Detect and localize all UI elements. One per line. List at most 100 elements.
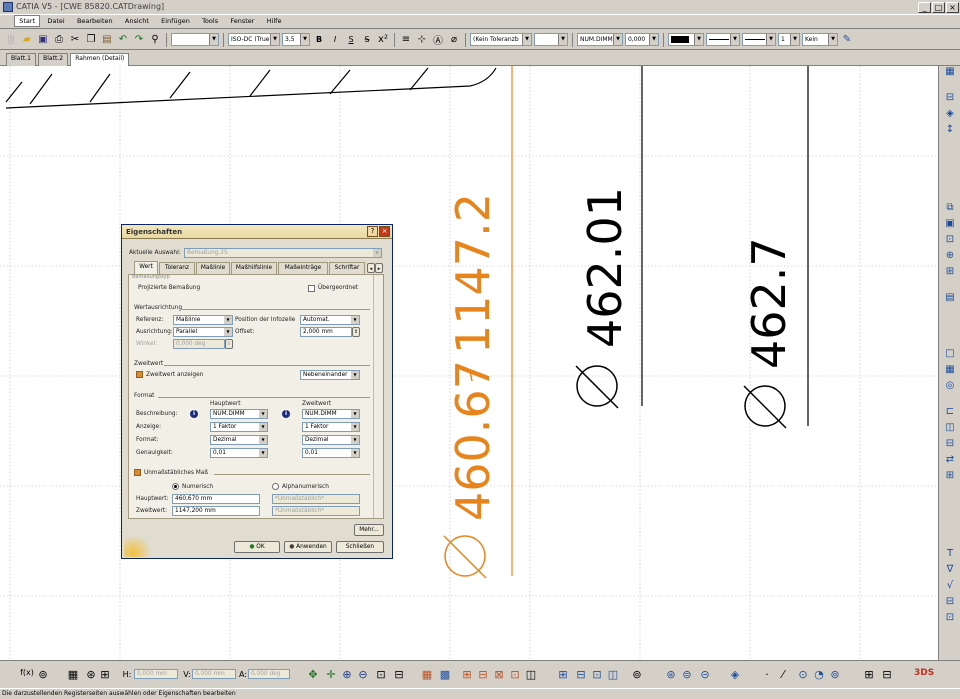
geometry-icon[interactable]: ⊡ [943,234,957,247]
panel-scrollbar[interactable] [373,275,383,518]
minimize-icon[interactable]: _ [918,2,931,13]
filter-icon[interactable]: ⊞ [460,668,474,681]
undo-icon[interactable]: ↶ [116,33,130,47]
tab-scroll-left-icon[interactable]: ◂ [367,263,375,273]
fake-main-field[interactable]: *Unmaßstäblich* [272,494,360,504]
style-combo[interactable]: ▼ [171,33,219,46]
roughness-icon[interactable]: √ [943,580,957,593]
numeric-format-combo[interactable]: NUM.DIMM ▼ [577,33,623,46]
spline-icon[interactable]: ◫ [943,422,957,435]
help-icon[interactable]: ? [367,226,378,237]
position-icon[interactable]: ⊞ [556,668,570,681]
current-selection-combo[interactable]: Bemaßung.25 ▼ [184,248,382,258]
tab-scroll-right-icon[interactable]: ▸ [375,263,383,273]
frame-icon[interactable]: Ⓐ [431,33,445,47]
angle-field[interactable]: 0,000 deg [248,669,290,679]
anchor-icon[interactable]: ⊹ [415,33,429,47]
precision-main-combo[interactable]: 0,01 ▼ [210,448,268,458]
v-coord-field[interactable]: 0,000 mm [192,669,236,679]
table-icon[interactable]: ▤ [943,292,957,305]
format-main-combo[interactable]: Dezimal ▼ [210,435,268,445]
fill-combo[interactable]: Kein ▼ [802,33,838,46]
close-button[interactable]: Schließen [336,541,384,553]
distribute-icon[interactable]: ⊡ [590,668,604,681]
grid-icon[interactable]: ▦ [943,364,957,377]
cut-icon[interactable]: ✂ [68,33,82,47]
circle-tool-icon[interactable]: ⊙ [796,668,810,681]
annotation-icon[interactable]: ▣ [943,218,957,231]
h-coord-field[interactable]: 0,000 mm [134,669,178,679]
highlight-icon[interactable]: ◫ [524,668,538,681]
point-tool-icon[interactable]: · [760,668,774,681]
trim-icon[interactable]: ⇄ [943,454,957,467]
analysis-icon[interactable]: ⊞ [98,668,112,681]
menu-view[interactable]: Ansicht [120,15,154,27]
print-icon[interactable]: ⎙ [52,33,66,47]
mirror-tool-icon[interactable]: ⊟ [880,668,894,681]
save-icon[interactable]: ▣ [36,33,50,47]
menu-help[interactable]: Hilfe [262,15,287,27]
table-view-icon[interactable]: ▦ [420,668,434,681]
info-icon[interactable]: i [282,410,290,418]
dimension-icon[interactable]: ⧉ [943,202,957,215]
angle-spinner-icon[interactable]: ⇕ [225,339,233,349]
dimension-46201[interactable]: 462.01 [575,187,632,409]
tolerance-combo[interactable]: (Kein Toleranzb ▼ [470,33,532,46]
menu-insert[interactable]: Einfügen [156,15,195,27]
tab-tolerance[interactable]: Toleranz [159,262,195,274]
new-view-icon[interactable]: ▦ [943,66,957,79]
transform-icon[interactable]: ⊞ [943,470,957,483]
display-main-combo[interactable]: 1 Faktor ▼ [210,422,268,432]
catia-app-icon[interactable] [3,2,13,12]
menu-edit[interactable]: Bearbeiten [72,15,118,27]
text-icon[interactable]: T [943,548,957,561]
whats-this-icon[interactable]: ⚲ [148,33,162,47]
point-icon[interactable]: ⊟ [943,438,957,451]
strikethrough-icon[interactable]: S̶ [360,33,374,47]
description-dual-combo[interactable]: NUM.DIMM ▼ [302,409,360,419]
driving-checkbox[interactable] [308,285,315,292]
tab-sheet-1[interactable]: Blatt.1 [6,53,36,66]
fit-all-icon[interactable]: ✥ [306,668,320,681]
refresh-icon[interactable]: ⊡ [508,668,522,681]
weld-icon[interactable]: ⊟ [943,596,957,609]
display-icon[interactable]: ⊠ [492,668,506,681]
more-button[interactable]: Mehr... [354,524,384,536]
tolerance-icon[interactable]: ⊡ [943,612,957,625]
check-icon[interactable]: ⊜ [680,668,694,681]
fake-dual-field[interactable]: *Unmaßstäblich* [272,506,360,516]
offset-spinner-icon[interactable]: ⇕ [352,327,360,337]
tab-sheet-2[interactable]: Blatt.2 [38,53,69,66]
superscript-icon[interactable]: x² [376,33,390,47]
angle-field[interactable]: 0,000 deg [173,339,225,349]
close-icon[interactable]: × [946,2,959,13]
fake-dimension-checkbox[interactable] [134,469,141,476]
zoom-area-icon[interactable]: ⊡ [374,668,388,681]
symbol-icon[interactable]: ∇ [943,564,957,577]
color-combo[interactable]: ▼ [668,33,704,46]
constraint-icon[interactable]: ⊛ [664,668,678,681]
reference-combo[interactable]: Maßlinie ▼ [173,315,233,325]
dual-layout-combo[interactable]: Nebeneinander ▼ [300,370,360,380]
format-dual-combo[interactable]: Dezimal ▼ [302,435,360,445]
menu-start[interactable]: Start [14,15,41,27]
dual-value-field[interactable]: 1147,200 mm [172,506,260,516]
open-icon[interactable]: ▰ [20,33,34,47]
line-weight-combo[interactable]: ▼ [706,33,740,46]
tab-dimension-line[interactable]: Maßlinie [196,262,230,274]
snap-icon[interactable]: ⊛ [84,668,98,681]
pan-icon[interactable]: ✛ [324,668,338,681]
line-icon[interactable]: ⊏ [943,406,957,419]
numeric-radio[interactable] [172,483,179,490]
bold-button[interactable]: B [312,33,326,47]
wizard-icon[interactable]: ⊚ [630,668,644,681]
ellipse-tool-icon[interactable]: ⊚ [828,668,842,681]
tab-font[interactable]: Schriftar [329,262,365,274]
zoom-out-icon[interactable]: ⊖ [356,668,370,681]
tab-sheet-frame[interactable]: Rahmen (Detail) [70,53,130,66]
dialog-close-icon[interactable]: × [379,226,390,237]
macro-icon[interactable]: ⊚ [36,668,50,681]
new-icon[interactable]: ▯ [4,33,18,47]
main-value-field[interactable]: 460,670 mm [172,494,260,504]
alphanumeric-radio[interactable] [272,483,279,490]
